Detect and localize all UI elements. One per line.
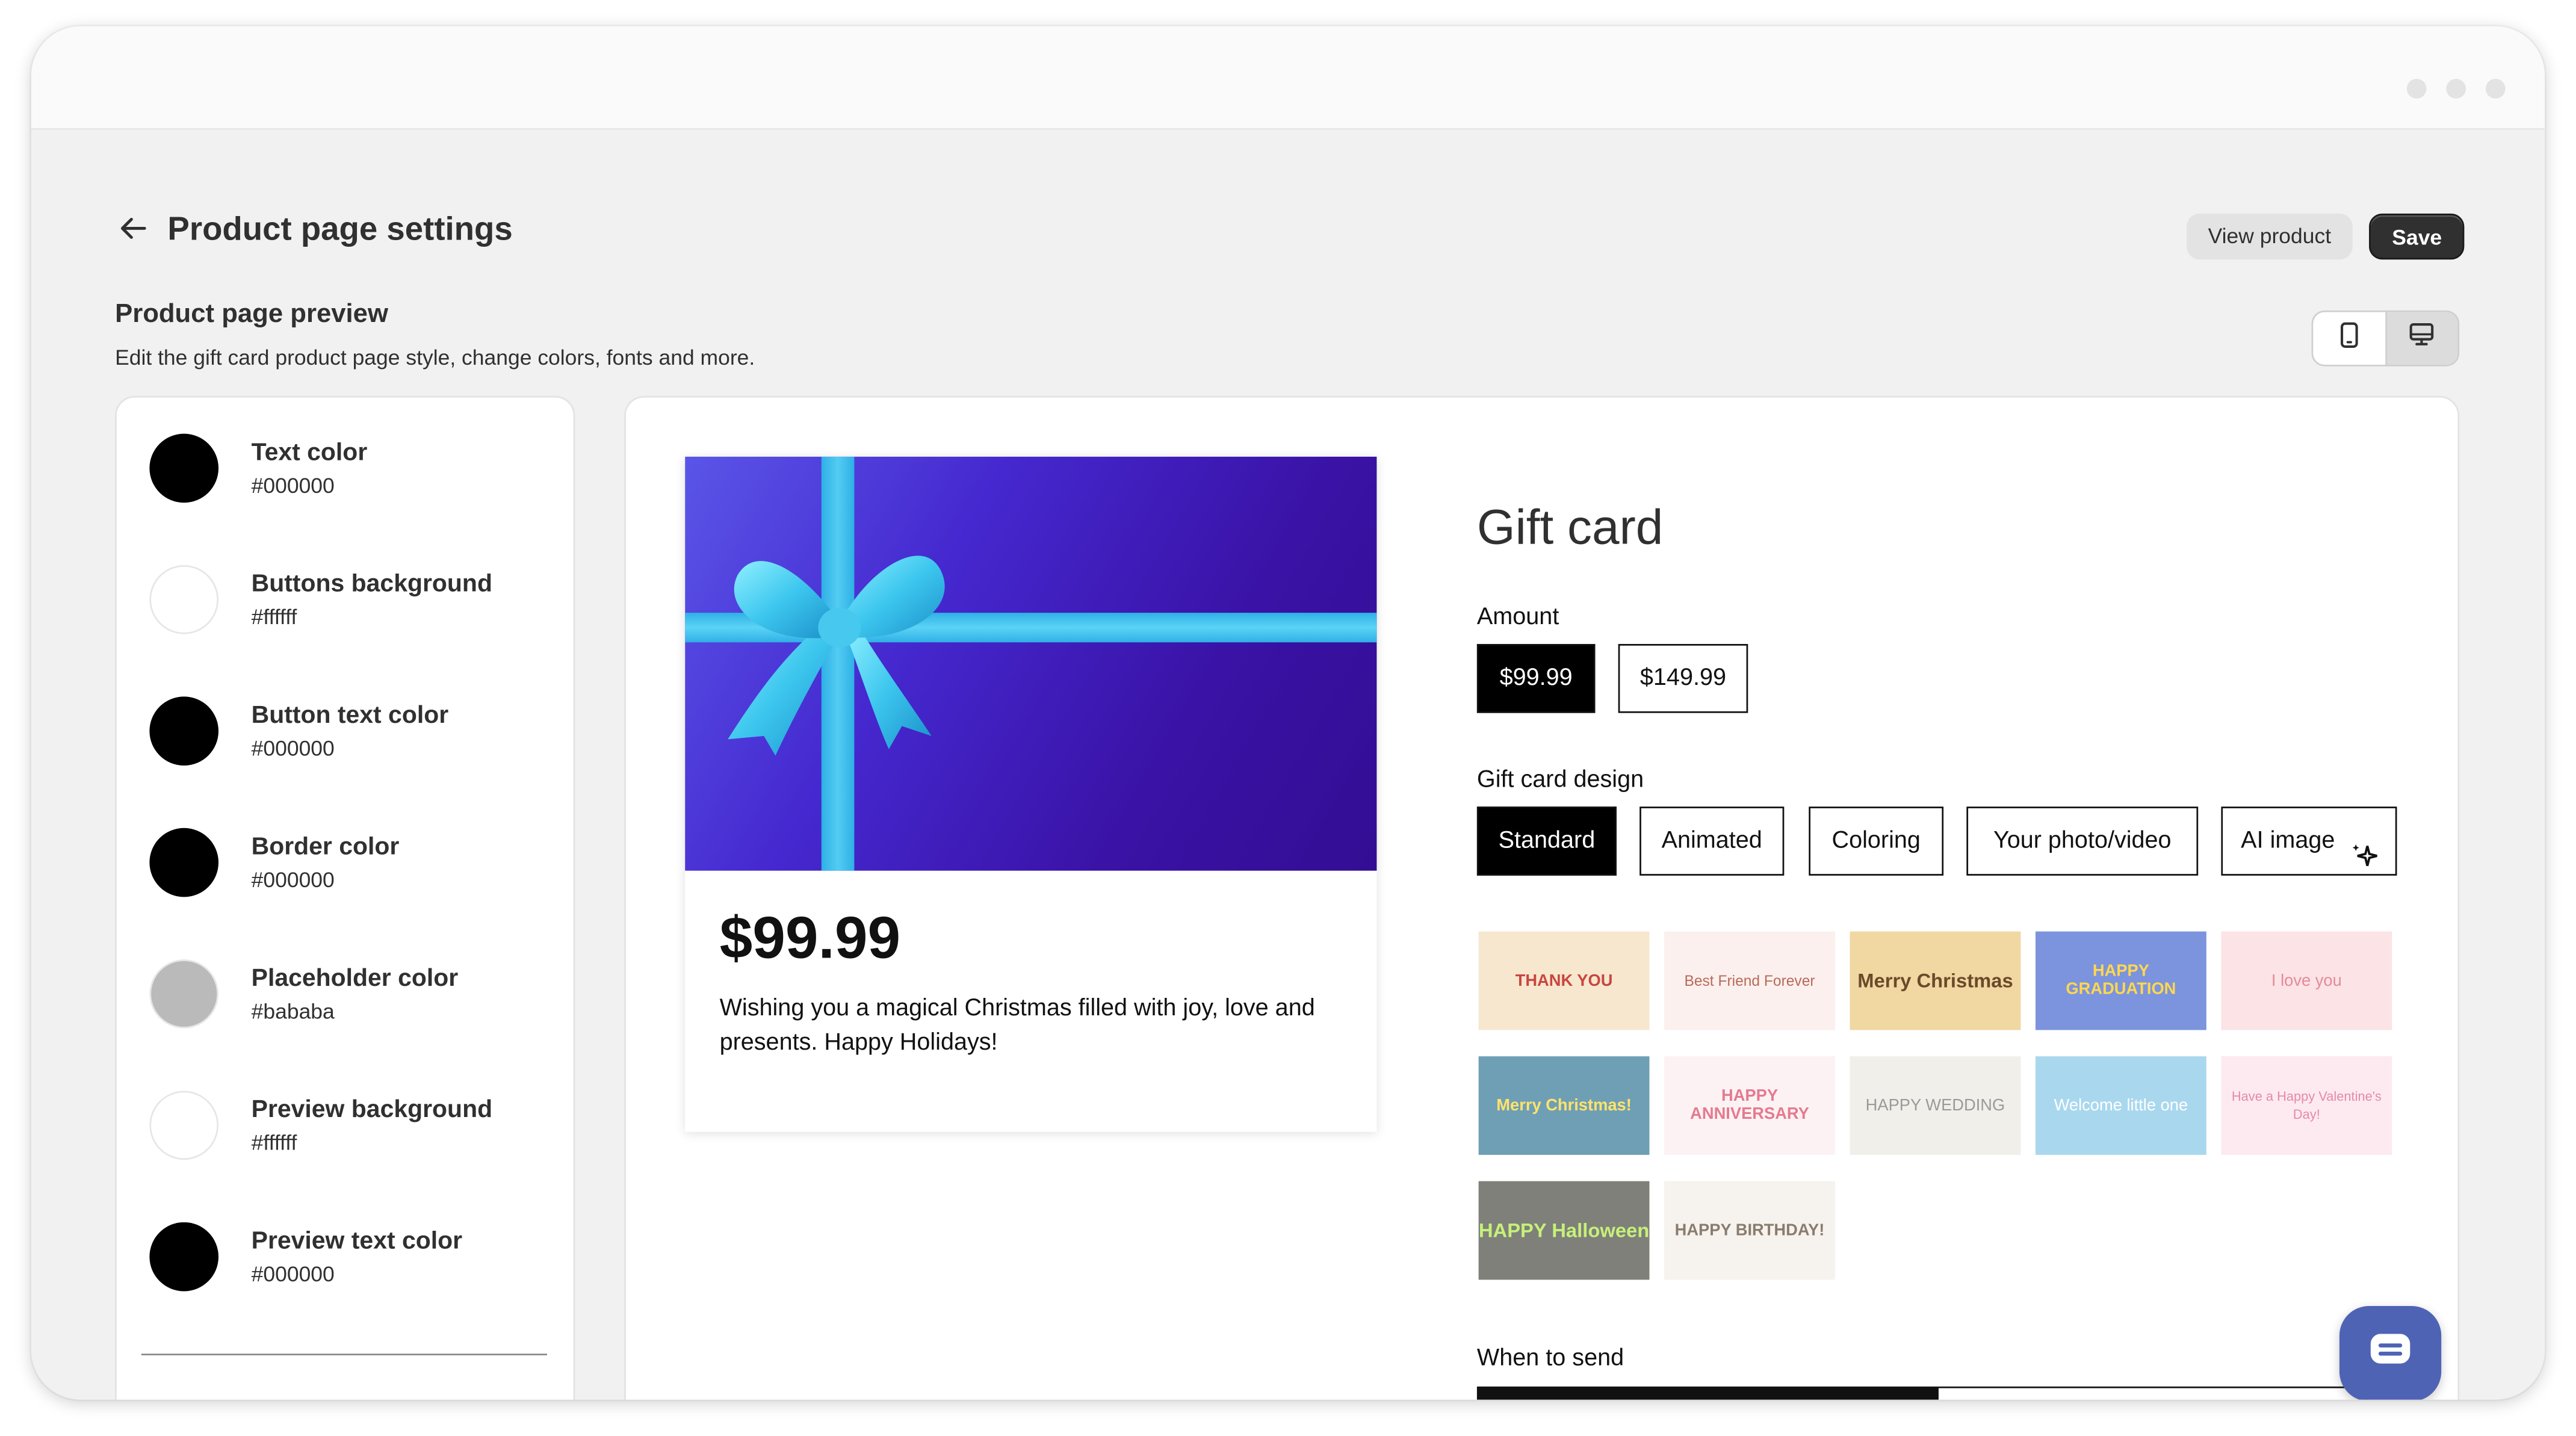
window-control-dot[interactable] [2485, 79, 2506, 99]
color-swatch[interactable] [149, 696, 219, 766]
divider [141, 1354, 547, 1355]
amount-option[interactable]: $99.99 [1476, 644, 1596, 713]
card-message: Wishing you a magical Christmas filled w… [719, 995, 1315, 1057]
window-titlebar [31, 26, 2545, 130]
color-setting-value: #ffffff [251, 604, 297, 630]
bow-icon [728, 556, 945, 756]
ai-image-label: AI image [2241, 828, 2335, 855]
color-setting-button-text[interactable]: Button text color #000000 [149, 696, 448, 766]
color-setting-placeholder[interactable]: Placeholder color #bababa [149, 959, 458, 1029]
mobile-icon [2339, 321, 2359, 356]
color-setting-buttons-background[interactable]: Buttons background #ffffff [149, 565, 492, 634]
design-thumbnail[interactable]: Welcome little one [2035, 1056, 2206, 1155]
color-setting-border[interactable]: Border color #000000 [149, 828, 399, 897]
color-swatch[interactable] [149, 565, 219, 634]
sparkle-icon [2351, 829, 2378, 895]
gift-card-image [685, 456, 1377, 871]
color-setting-label: Text color [251, 438, 368, 467]
product-title: Gift card [1476, 501, 1664, 556]
desktop-icon [2409, 322, 2435, 355]
color-setting-label: Placeholder color [251, 964, 459, 992]
color-setting-label: Preview text color [251, 1227, 463, 1255]
chat-icon [2367, 1330, 2413, 1378]
device-toggle [2311, 310, 2460, 367]
save-button[interactable]: Save [2369, 213, 2465, 260]
color-swatch[interactable] [149, 828, 219, 897]
color-swatch[interactable] [149, 1222, 219, 1292]
app-window: Product page settings View product Save … [31, 26, 2545, 1400]
view-product-button[interactable]: View product [2187, 213, 2353, 260]
color-setting-label: Preview background [251, 1095, 493, 1124]
amount-label: Amount [1476, 604, 1559, 631]
color-setting-value: #000000 [251, 1261, 335, 1287]
design-tab-ai-image[interactable]: AI image [2221, 806, 2397, 876]
design-tab-coloring[interactable]: Coloring [1809, 806, 1944, 876]
color-setting-label: Button text color [251, 701, 449, 729]
color-swatch[interactable] [149, 433, 219, 503]
design-tab-animated[interactable]: Animated [1639, 806, 1785, 876]
color-swatch[interactable] [149, 1091, 219, 1160]
design-thumbnail[interactable]: HAPPY ANNIVERSARY [1664, 1056, 1835, 1155]
gift-card-preview: $99.99 Wishing you a magical Christmas f… [685, 456, 1377, 1132]
product-preview-panel: $99.99 Wishing you a magical Christmas f… [624, 395, 2460, 1400]
color-setting-value: #000000 [251, 867, 335, 893]
when-option[interactable] [1938, 1386, 2368, 1400]
color-swatch[interactable] [149, 959, 219, 1029]
section-title: Product page preview [115, 300, 388, 329]
card-price: $99.99 [719, 903, 901, 971]
design-thumbnail[interactable]: HAPPY WEDDING [1850, 1056, 2021, 1155]
color-setting-value: #ffffff [251, 1130, 297, 1155]
design-tab-your-photo-video[interactable]: Your photo/video [1966, 806, 2199, 876]
page-header: Product page settings [115, 212, 513, 250]
when-option-active[interactable] [1476, 1386, 1939, 1400]
color-settings-panel: Text color #000000 Buttons background #fff… [115, 395, 575, 1400]
amount-option[interactable]: $149.99 [1618, 644, 1748, 713]
design-tab-standard[interactable]: Standard [1476, 806, 1617, 876]
design-thumbnail[interactable]: HAPPY BIRTHDAY! [1664, 1181, 1835, 1280]
design-thumbnail[interactable]: I love you [2221, 931, 2392, 1030]
color-setting-preview-text[interactable]: Preview text color #000000 [149, 1222, 462, 1292]
window-control-dot[interactable] [2446, 79, 2466, 99]
color-setting-value: #000000 [251, 473, 335, 498]
arrow-left-icon[interactable] [115, 214, 151, 248]
design-thumbnail[interactable]: Best Friend Forever [1664, 931, 1835, 1030]
color-setting-preview-background[interactable]: Preview background #ffffff [149, 1091, 492, 1160]
design-thumbnail[interactable]: HAPPY GRADUATION [2035, 931, 2206, 1030]
page-title: Product page settings [167, 212, 513, 249]
when-to-send-label: When to send [1476, 1345, 1624, 1372]
chat-button[interactable] [2339, 1306, 2442, 1400]
design-thumbnail[interactable]: THANK YOU [1478, 931, 1650, 1030]
color-setting-value: #000000 [251, 735, 335, 761]
color-setting-text[interactable]: Text color #000000 [149, 433, 368, 503]
desktop-view-button[interactable] [2385, 312, 2458, 365]
design-thumbnail[interactable]: Have a Happy Valentine's Day! [2221, 1056, 2392, 1155]
section-subtitle: Edit the gift card product page style, c… [115, 345, 755, 370]
color-setting-label: Buttons background [251, 570, 492, 598]
window-control-dot[interactable] [2406, 79, 2427, 99]
color-setting-label: Border color [251, 832, 400, 861]
design-thumbnail[interactable]: HAPPY Halloween [1478, 1181, 1650, 1280]
design-label: Gift card design [1476, 767, 1644, 794]
design-thumbnail[interactable]: Merry Christmas! [1478, 1056, 1650, 1155]
mobile-view-button[interactable] [2313, 312, 2385, 365]
design-thumbnail[interactable]: Merry Christmas [1850, 931, 2021, 1030]
color-setting-value: #bababa [251, 998, 335, 1024]
